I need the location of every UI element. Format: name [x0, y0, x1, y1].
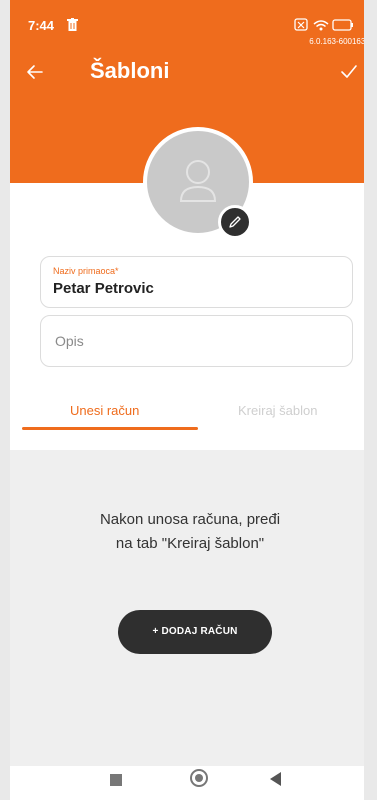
info-text: Nakon unosa računa, pređi na tab "Kreira… — [99, 511, 281, 552]
status-time: 7:44 — [28, 18, 55, 33]
tab-kreiraj-sablon[interactable]: Kreiraj šablon — [238, 403, 318, 418]
description-field[interactable]: Opis — [40, 315, 353, 367]
person-icon — [179, 160, 217, 202]
tab-unesi-racun[interactable]: Unesi račun — [70, 403, 139, 418]
android-nav-bar — [10, 766, 364, 800]
description-placeholder[interactable]: Opis — [55, 333, 84, 349]
phone-screen: 7:44 6.0.163-600163- Šabloni Naziv prima… — [10, 0, 364, 800]
status-icons — [294, 18, 353, 31]
recent-apps-button[interactable] — [110, 774, 122, 786]
edit-avatar-button[interactable] — [218, 205, 252, 239]
tab-content: Nakon unosa računa, pređi na tab "Kreira… — [10, 450, 364, 766]
confirm-check-icon[interactable] — [340, 63, 358, 81]
pencil-icon — [229, 216, 241, 228]
back-arrow-icon[interactable] — [26, 63, 44, 81]
recipient-name-value[interactable]: Petar Petrovic — [53, 280, 154, 297]
active-tab-indicator — [22, 427, 198, 430]
back-button[interactable] — [270, 772, 281, 786]
status-bar: 7:44 6.0.163-600163- — [10, 0, 364, 50]
home-button[interactable] — [190, 769, 208, 787]
page-title: Šabloni — [90, 58, 170, 83]
trash-icon — [67, 18, 78, 31]
recipient-name-field[interactable]: Naziv primaoca* Petar Petrovic — [40, 256, 353, 308]
version-label: 6.0.163-600163- — [309, 37, 364, 46]
recipient-name-label: Naziv primaoca* — [53, 266, 119, 276]
add-invoice-button[interactable]: + DODAJ RAČUN — [118, 610, 272, 654]
